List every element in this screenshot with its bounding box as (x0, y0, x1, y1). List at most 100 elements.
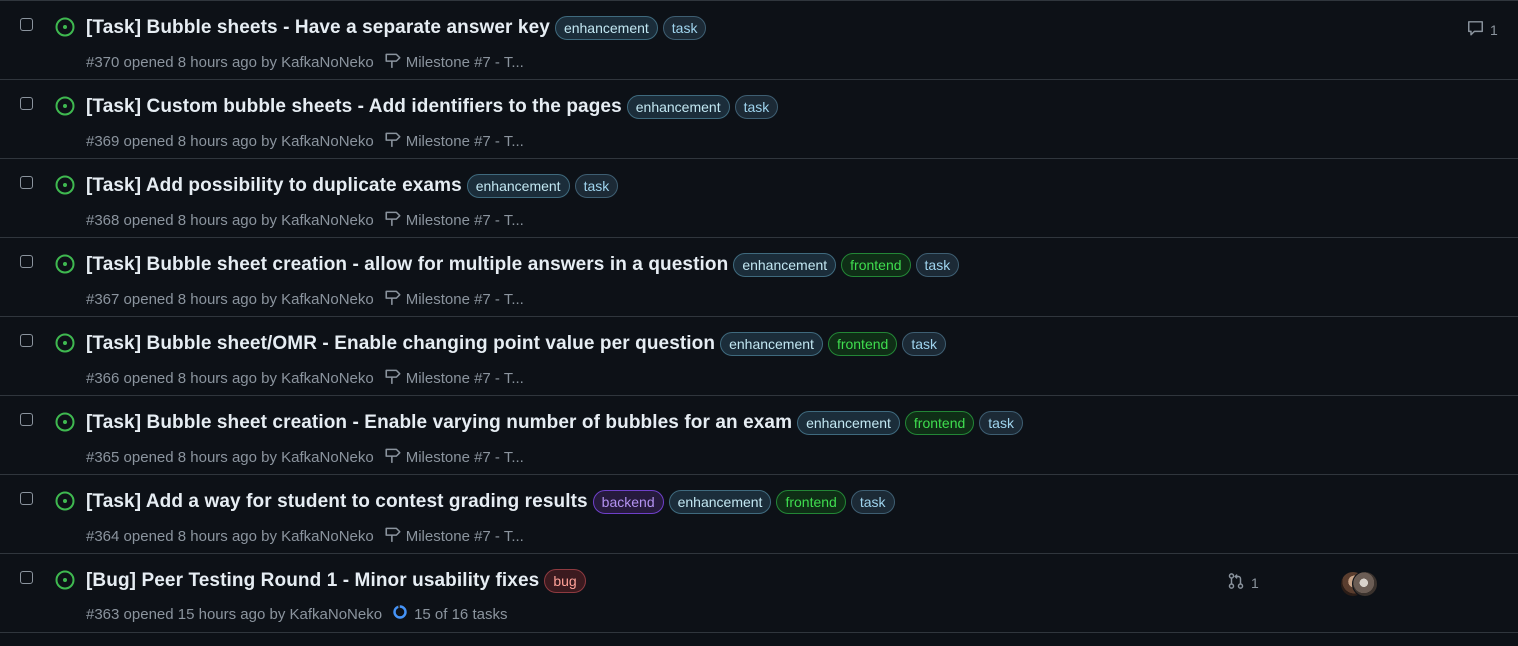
issue-checkbox[interactable] (20, 255, 33, 268)
avatar[interactable] (1352, 571, 1378, 597)
label-enhancement[interactable]: enhancement (626, 95, 730, 119)
milestone-icon (384, 446, 406, 468)
milestone-link[interactable]: Milestone #7 - T... (384, 525, 524, 547)
issue-opened-info: #366 opened 8 hours ago by KafkaNoNeko (86, 369, 374, 387)
issue-checkbox[interactable] (20, 413, 33, 426)
issue-title[interactable]: [Task] Bubble sheets - Have a separate a… (86, 17, 550, 39)
issue-meta: #368 opened 8 hours ago by KafkaNoNeko Mi… (86, 209, 524, 231)
issue-labels: enhancement frontend task (797, 411, 1023, 435)
issue-title[interactable]: [Task] Bubble sheet creation - allow for… (86, 254, 728, 276)
issue-checkbox[interactable] (20, 571, 33, 584)
milestone-icon (384, 209, 406, 231)
label-enhancement[interactable]: enhancement (733, 253, 837, 277)
milestone-link[interactable]: Milestone #7 - T... (384, 209, 524, 231)
label-frontend[interactable]: frontend (776, 490, 846, 514)
milestone-link[interactable]: Milestone #7 - T... (384, 51, 524, 73)
milestone-icon (384, 367, 406, 389)
label-task[interactable]: task (915, 253, 960, 277)
label-task[interactable]: task (662, 16, 707, 40)
issue-checkbox[interactable] (20, 492, 33, 505)
issue-opened-info: #369 opened 8 hours ago by KafkaNoNeko (86, 132, 374, 150)
label-enhancement[interactable]: enhancement (720, 332, 823, 356)
milestone-link[interactable]: Milestone #7 - T... (384, 130, 524, 152)
issue-title-line: [Task] Bubble sheet/OMR - Enable changin… (86, 332, 946, 356)
milestone-label: Milestone #7 - T... (405, 211, 524, 229)
issue-labels: backend enhancement frontend task (592, 490, 895, 514)
milestone-icon (384, 130, 406, 152)
task-progress-icon (392, 604, 414, 624)
issue-title-line: [Task] Bubble sheet creation - allow for… (86, 253, 960, 277)
label-frontend[interactable]: frontend (841, 253, 911, 277)
issue-opened-icon (55, 175, 75, 195)
issue-title[interactable]: [Bug] Peer Testing Round 1 - Minor usabi… (86, 570, 539, 592)
label-task[interactable]: task (850, 490, 895, 514)
milestone-label: Milestone #7 - T... (405, 290, 524, 308)
task-progress-label: 15 of 16 tasks (414, 605, 508, 623)
issue-title[interactable]: [Task] Bubble sheet creation - Enable va… (86, 412, 792, 434)
issue-checkbox[interactable] (20, 18, 33, 31)
issue-meta: #367 opened 8 hours ago by KafkaNoNeko Mi… (86, 288, 524, 310)
linked-pr-link[interactable]: 1 (1227, 572, 1259, 593)
milestone-link[interactable]: Milestone #7 - T... (384, 367, 524, 389)
issue-title-line: [Task] Add a way for student to contest … (86, 490, 895, 514)
milestone-link[interactable]: Milestone #7 - T... (384, 446, 524, 468)
issue-row[interactable]: [Task] Bubble sheet creation - allow for… (0, 238, 1518, 317)
issue-opened-icon (55, 333, 75, 353)
issue-row[interactable]: [Task] Bubble sheet creation - Enable va… (0, 396, 1518, 475)
issue-labels: enhancement frontend task (720, 332, 946, 356)
issue-opened-icon (55, 254, 75, 274)
comment-icon (1466, 19, 1485, 40)
issue-title[interactable]: [Task] Custom bubble sheets - Add identi… (86, 96, 622, 118)
label-enhancement[interactable]: enhancement (668, 490, 772, 514)
issue-meta: #364 opened 8 hours ago by KafkaNoNeko Mi… (86, 525, 524, 547)
issue-title[interactable]: [Task] Add possibility to duplicate exam… (86, 175, 462, 197)
issue-title[interactable]: [Task] Bubble sheet/OMR - Enable changin… (86, 333, 715, 355)
label-bug[interactable]: bug (544, 569, 586, 593)
label-enhancement[interactable]: enhancement (797, 411, 900, 435)
comments-link[interactable]: 1 (1466, 19, 1498, 40)
issue-opened-info: #370 opened 8 hours ago by KafkaNoNeko (86, 53, 374, 71)
issue-row[interactable]: [Task] Custom bubble sheets - Add identi… (0, 80, 1518, 159)
issue-meta: #369 opened 8 hours ago by KafkaNoNeko Mi… (86, 130, 524, 152)
label-enhancement[interactable]: enhancement (554, 16, 658, 40)
issue-opened-info: #367 opened 8 hours ago by KafkaNoNeko (86, 290, 374, 308)
issue-checkbox[interactable] (20, 97, 33, 110)
issue-labels: enhancement task (466, 174, 619, 198)
label-backend[interactable]: backend (592, 490, 664, 514)
label-task[interactable]: task (734, 95, 779, 119)
linked-pr-count: 1 (1251, 574, 1259, 591)
label-task[interactable]: task (902, 332, 946, 356)
milestone-icon (384, 288, 406, 310)
issue-checkbox[interactable] (20, 176, 33, 189)
issue-title-line: [Task] Bubble sheet creation - Enable va… (86, 411, 1023, 435)
comments-count: 1 (1490, 21, 1498, 38)
label-frontend[interactable]: frontend (904, 411, 975, 435)
label-task[interactable]: task (979, 411, 1023, 435)
issue-row[interactable]: [Task] Bubble sheet/OMR - Enable changin… (0, 317, 1518, 396)
issue-title-line: [Task] Add possibility to duplicate exam… (86, 174, 619, 198)
issue-title[interactable]: [Task] Add a way for student to contest … (86, 491, 588, 513)
issue-checkbox[interactable] (20, 334, 33, 347)
issue-title-line: [Task] Bubble sheets - Have a separate a… (86, 16, 707, 40)
issue-opened-icon (55, 17, 75, 37)
issue-row[interactable]: [Task] Add possibility to duplicate exam… (0, 159, 1518, 238)
git-pull-request-icon (1227, 572, 1245, 593)
issue-opened-icon (55, 412, 75, 432)
milestone-link[interactable]: Milestone #7 - T... (384, 288, 524, 310)
issue-meta: #370 opened 8 hours ago by KafkaNoNeko Mi… (86, 51, 524, 73)
issue-meta: #366 opened 8 hours ago by KafkaNoNeko Mi… (86, 367, 524, 389)
label-task[interactable]: task (574, 174, 619, 198)
issue-row[interactable]: [Task] Bubble sheets - Have a separate a… (0, 1, 1518, 80)
issue-opened-info: #365 opened 8 hours ago by KafkaNoNeko (86, 448, 374, 466)
milestone-label: Milestone #7 - T... (405, 527, 524, 545)
issue-opened-icon (55, 96, 75, 116)
label-frontend[interactable]: frontend (827, 332, 898, 356)
issue-row[interactable]: [Bug] Peer Testing Round 1 - Minor usabi… (0, 554, 1518, 633)
issue-meta: #363 opened 15 hours ago by KafkaNoNeko 1… (86, 604, 507, 624)
assignee-avatars[interactable] (1340, 571, 1380, 597)
issue-opened-icon (55, 491, 75, 511)
issue-row[interactable]: [Task] Add a way for student to contest … (0, 475, 1518, 554)
label-enhancement[interactable]: enhancement (466, 174, 570, 198)
issue-labels: enhancement frontend task (733, 253, 960, 277)
milestone-label: Milestone #7 - T... (405, 53, 524, 71)
